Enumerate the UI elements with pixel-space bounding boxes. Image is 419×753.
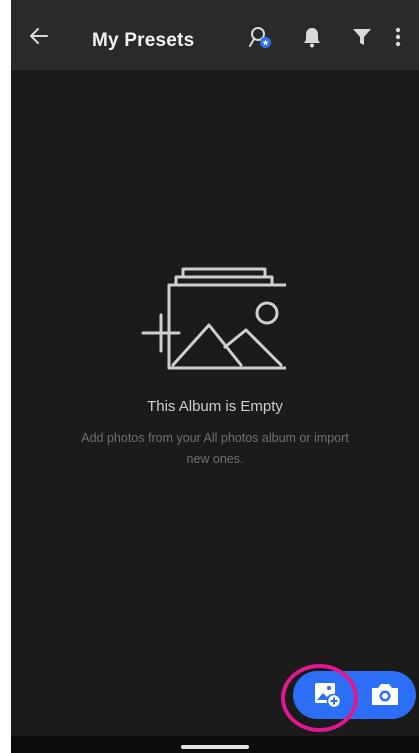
empty-album-icon bbox=[141, 267, 286, 370]
home-indicator[interactable] bbox=[181, 745, 249, 749]
top-app-bar: My Presets bbox=[11, 0, 419, 70]
app-screen: My Presets This Album is Empty Add photo… bbox=[11, 0, 419, 753]
filter-icon[interactable] bbox=[349, 24, 375, 50]
people-search-icon[interactable] bbox=[247, 24, 273, 50]
more-vertical-icon[interactable] bbox=[391, 24, 405, 50]
highlight-circle bbox=[281, 664, 358, 732]
empty-state-subtitle: Add photos from your All photos album or… bbox=[81, 431, 349, 466]
camera-icon[interactable] bbox=[357, 671, 411, 719]
page-title: My Presets bbox=[92, 30, 195, 51]
back-arrow-icon[interactable] bbox=[27, 24, 51, 48]
bell-icon[interactable] bbox=[299, 24, 325, 50]
empty-state-title: This Album is Empty bbox=[147, 398, 283, 415]
